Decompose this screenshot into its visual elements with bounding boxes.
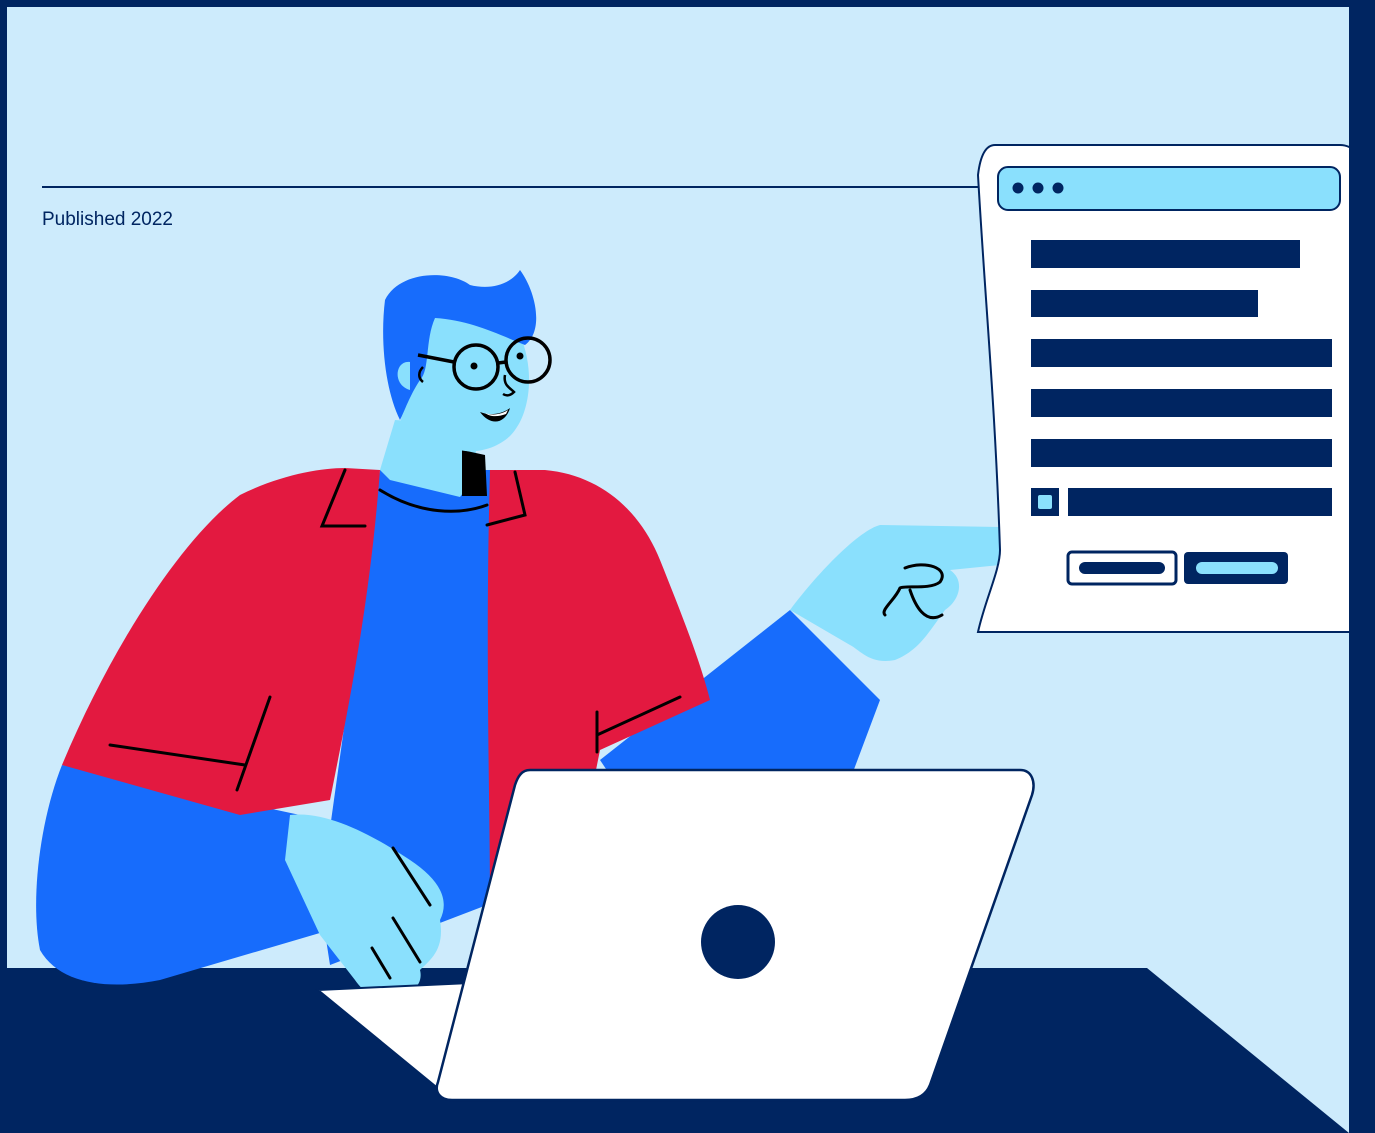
popup-window	[976, 144, 1349, 633]
form-line	[1031, 339, 1332, 367]
window-dot-icon	[1052, 182, 1064, 194]
form-line	[1031, 240, 1300, 268]
form-line	[1031, 290, 1258, 317]
right-eye	[516, 352, 524, 360]
left-eye	[470, 362, 478, 370]
window-dot-icon	[1032, 182, 1044, 194]
window-dot-icon	[1012, 182, 1024, 194]
illustration-frame: Published 2022	[7, 7, 1349, 1133]
pointing-hand	[790, 525, 1015, 662]
beard-shadow	[462, 450, 487, 496]
illustration	[7, 144, 1349, 1133]
form-line	[1031, 389, 1332, 417]
form-line	[1031, 439, 1332, 467]
checkbox-label-line	[1068, 488, 1332, 516]
laptop-logo	[701, 905, 775, 979]
popup-title-bar	[997, 166, 1341, 211]
